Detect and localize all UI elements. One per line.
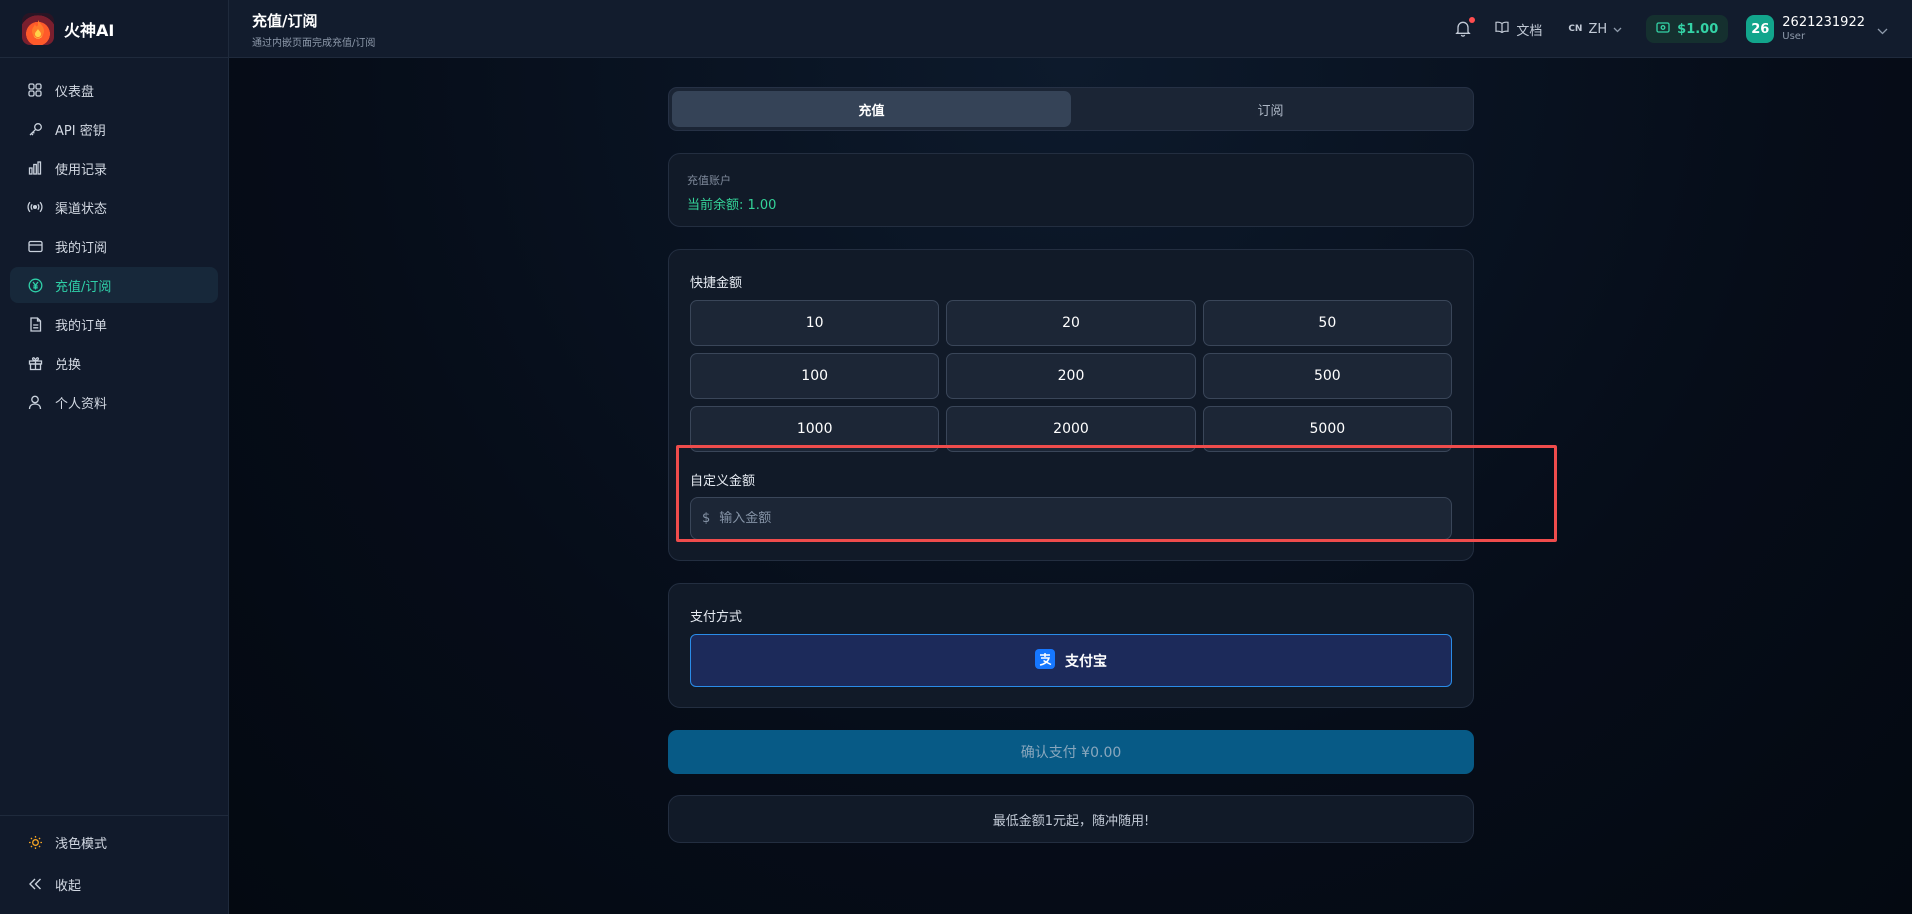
recharge-panel: 充值 订阅 充值账户 当前余额: 1.00 快捷金额 10 20 50 100 … [668, 87, 1557, 843]
brand-name: 火神AI [64, 20, 115, 40]
balance-badge[interactable]: $1.00 [1646, 15, 1729, 43]
gift-icon [27, 355, 43, 371]
main-content: 充值 订阅 充值账户 当前余额: 1.00 快捷金额 10 20 50 100 … [229, 58, 1912, 914]
bar-chart-icon [27, 160, 43, 176]
quick-amount-label: 快捷金额 [690, 276, 743, 291]
notifications-button[interactable] [1455, 17, 1476, 38]
user-name: 2621231922 [1782, 14, 1865, 30]
top-header: 充值/订阅 通过内嵌页面完成充值/订阅 文档 CN ZH $1.00 26 26… [229, 0, 1912, 58]
credit-card-icon [27, 238, 43, 254]
sidebar-item-channel-status[interactable]: 渠道状态 [10, 189, 218, 225]
sidebar-item-label: 使用记录 [55, 162, 108, 178]
sidebar-item-label: 仪表盘 [55, 84, 95, 100]
amount-card: 快捷金额 10 20 50 100 200 500 1000 2000 5000… [668, 249, 1557, 561]
sidebar-item-label: 我的订阅 [55, 240, 108, 256]
amount-button-5000[interactable]: 5000 [1202, 406, 1452, 452]
amount-button-500[interactable]: 500 [1202, 353, 1452, 399]
yuan-circle-icon [27, 277, 43, 293]
current-balance: 当前余额: 1.00 [687, 198, 777, 213]
sidebar-item-label: 个人资料 [55, 396, 108, 412]
chevron-down-icon [1613, 22, 1622, 37]
sidebar-item-my-orders[interactable]: 我的订单 [10, 306, 218, 342]
docs-label: 文档 [1516, 23, 1543, 39]
balance-value: $1.00 [1677, 21, 1719, 37]
document-icon [27, 316, 43, 332]
sidebar-item-label: 兑换 [55, 357, 82, 373]
tab-bar: 充值 订阅 [668, 87, 1474, 131]
user-icon [27, 394, 43, 410]
broadcast-icon [27, 199, 43, 215]
user-role: User [1782, 30, 1806, 42]
sidebar-item-my-subscriptions[interactable]: 我的订阅 [10, 228, 218, 264]
wallet-icon [1656, 21, 1670, 37]
custom-amount-field[interactable]: $ [690, 497, 1452, 540]
brand[interactable]: 火神AI [0, 0, 228, 58]
light-mode-label: 浅色模式 [55, 836, 108, 852]
sidebar-item-usage[interactable]: 使用记录 [10, 150, 218, 186]
chevron-down-icon[interactable] [1877, 20, 1888, 39]
alipay-icon [1035, 648, 1055, 673]
confirm-pay-button[interactable]: 确认支付 ¥0.00 [668, 730, 1474, 774]
alipay-button[interactable]: 支付宝 [690, 634, 1452, 687]
sidebar-item-redeem[interactable]: 兑换 [10, 345, 218, 381]
sun-icon [27, 834, 43, 850]
amount-button-50[interactable]: 50 [1202, 300, 1452, 346]
sidebar-item-api-keys[interactable]: API 密钥 [10, 111, 218, 147]
payment-card: 支付方式 支付宝 [668, 583, 1474, 708]
lang-flag: CN [1568, 24, 1583, 34]
custom-amount-label: 自定义金额 [690, 474, 756, 489]
page-title: 充值/订阅 [252, 12, 318, 30]
min-amount-note: 最低金额1元起，随冲随用! [668, 795, 1474, 843]
sidebar-nav: 仪表盘 API 密钥 使用记录 渠道状态 我的订阅 充值/订阅 我的订单 兑换 … [0, 58, 228, 420]
amount-button-100[interactable]: 100 [690, 353, 940, 399]
sidebar-item-recharge[interactable]: 充值/订阅 [10, 267, 218, 303]
custom-amount-input[interactable] [719, 511, 1451, 526]
payment-method-label: 支付方式 [690, 610, 743, 625]
alipay-label: 支付宝 [1065, 653, 1107, 670]
amount-button-1000[interactable]: 1000 [690, 406, 940, 452]
collapse-sidebar-button[interactable]: 收起 [10, 866, 218, 902]
light-mode-toggle[interactable]: 浅色模式 [10, 824, 218, 860]
sidebar-item-dashboard[interactable]: 仪表盘 [10, 72, 218, 108]
amount-button-20[interactable]: 20 [946, 300, 1196, 346]
notification-dot [1469, 17, 1476, 23]
account-label: 充值账户 [687, 174, 731, 187]
amount-button-200[interactable]: 200 [946, 353, 1196, 399]
sidebar-item-label: API 密钥 [55, 123, 106, 139]
amount-button-2000[interactable]: 2000 [946, 406, 1196, 452]
page-subtitle: 通过内嵌页面完成充值/订阅 [252, 38, 376, 49]
amount-button-10[interactable]: 10 [690, 300, 940, 346]
language-selector[interactable]: CN ZH [1568, 22, 1622, 37]
flame-logo-icon [22, 12, 54, 45]
collapse-label: 收起 [55, 878, 82, 894]
grid-icon [27, 82, 43, 98]
quick-amount-grid: 10 20 50 100 200 500 1000 2000 5000 [690, 300, 1452, 452]
collapse-icon [27, 876, 43, 892]
docs-link[interactable]: 文档 [1495, 20, 1542, 39]
tab-recharge[interactable]: 充值 [672, 91, 1071, 127]
book-icon [1495, 21, 1509, 37]
bell-icon [1455, 21, 1471, 37]
sidebar-item-label: 我的订单 [55, 318, 108, 334]
currency-symbol: $ [702, 511, 711, 526]
sidebar-item-label: 渠道状态 [55, 201, 108, 217]
lang-label: ZH [1588, 21, 1608, 37]
sidebar-item-profile[interactable]: 个人资料 [10, 384, 218, 420]
avatar[interactable]: 26 [1746, 15, 1775, 43]
tab-subscribe[interactable]: 订阅 [1071, 91, 1470, 127]
key-icon [27, 121, 43, 137]
sidebar-item-label: 充值/订阅 [55, 279, 112, 295]
header-actions: 文档 CN ZH $1.00 26 2621231922 User [1455, 0, 1888, 58]
sidebar-bottom: 浅色模式 收起 [0, 815, 228, 914]
account-card: 充值账户 当前余额: 1.00 [668, 153, 1474, 227]
user-info[interactable]: 2621231922 User [1782, 14, 1865, 42]
sidebar: 火神AI 仪表盘 API 密钥 使用记录 渠道状态 我的订阅 充值/订阅 我的订… [0, 0, 229, 914]
